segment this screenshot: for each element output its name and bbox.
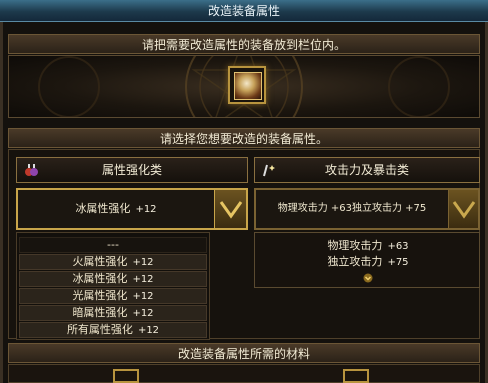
category-attack-label: 攻击力及暴击类 <box>324 163 409 177</box>
attack-dropdown[interactable]: 物理攻击力 +63独立攻击力 +75 <box>254 188 480 230</box>
elemental-dropdown-toggle[interactable] <box>214 190 246 228</box>
attack-stats-box: 物理攻击力 +63 独立攻击力 +75 <box>254 232 480 288</box>
category-elemental-label: 属性强化类 <box>101 163 162 177</box>
attack-selected: 物理攻击力 +63独立攻击力 +75 <box>277 203 427 214</box>
option-ice[interactable]: 冰属性强化 +12 <box>19 271 207 287</box>
stat-physical: 物理攻击力 +63 <box>327 239 409 252</box>
elemental-selected-value: +12 <box>135 204 157 215</box>
equipment-item-icon[interactable] <box>234 72 262 100</box>
chevron-down-icon <box>452 201 476 219</box>
option-fire[interactable]: 火属性强化 +12 <box>19 254 207 270</box>
stat-independent: 独立攻击力 +75 <box>327 255 409 268</box>
attribute-instruction: 请选择您想要改造的装备属性。 <box>8 128 480 148</box>
option-none[interactable]: --- <box>19 237 207 253</box>
elemental-selected-name: 冰属性强化 <box>75 202 131 215</box>
option-dark[interactable]: 暗属性强化 +12 <box>19 305 207 321</box>
elemental-options-list: --- 火属性强化 +12 冰属性强化 +12 光属性强化 +12 暗属性强化 +12 … <box>16 232 210 340</box>
potion-icon <box>23 162 39 178</box>
attack-dropdown-toggle[interactable] <box>448 190 478 228</box>
equipment-slot[interactable] <box>228 66 266 104</box>
small-gold-chevron-icon[interactable] <box>363 273 373 283</box>
sword-spark-icon <box>261 162 277 178</box>
elemental-selected: 冰属性强化 +12 <box>18 190 214 228</box>
material-slot-1[interactable] <box>113 369 139 383</box>
category-attack[interactable]: 攻击力及暴击类 <box>254 157 480 183</box>
material-slot-2[interactable] <box>343 369 369 383</box>
option-all[interactable]: 所有属性强化 +12 <box>19 322 207 338</box>
option-light[interactable]: 光属性强化 +12 <box>19 288 207 304</box>
elemental-dropdown[interactable]: 冰属性强化 +12 <box>16 188 248 230</box>
window-title: 改造装备属性 <box>0 0 488 22</box>
slot-instruction: 请把需要改造属性的装备放到栏位内。 <box>8 34 480 54</box>
materials-header: 改造装备属性所需的材料 <box>8 343 480 363</box>
chevron-down-icon <box>219 201 243 219</box>
category-elemental[interactable]: 属性强化类 <box>16 157 248 183</box>
materials-panel <box>8 364 480 383</box>
